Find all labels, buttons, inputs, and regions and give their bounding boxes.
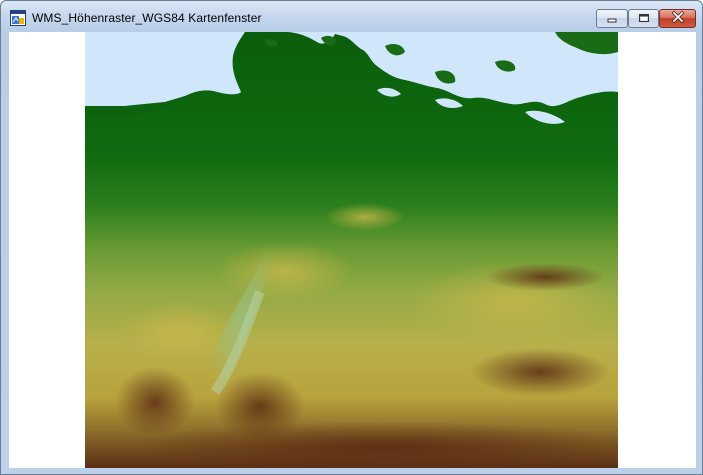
minimize-icon xyxy=(606,10,618,28)
elevation-map[interactable] xyxy=(85,32,618,468)
close-icon xyxy=(671,10,685,28)
title-bar[interactable]: WMS_Höhenraster_WGS84 Kartenfenster xyxy=(1,1,702,31)
map-window: WMS_Höhenraster_WGS84 Kartenfenster xyxy=(0,0,703,475)
maximize-button[interactable] xyxy=(628,9,659,28)
map-canvas[interactable] xyxy=(9,32,696,468)
close-button[interactable] xyxy=(659,9,696,28)
elevation-raster-image xyxy=(85,32,618,468)
minimize-button[interactable] xyxy=(596,9,628,28)
maximize-icon xyxy=(638,10,650,28)
window-title: WMS_Höhenraster_WGS84 Kartenfenster xyxy=(32,11,262,25)
map-window-icon[interactable] xyxy=(10,10,26,26)
